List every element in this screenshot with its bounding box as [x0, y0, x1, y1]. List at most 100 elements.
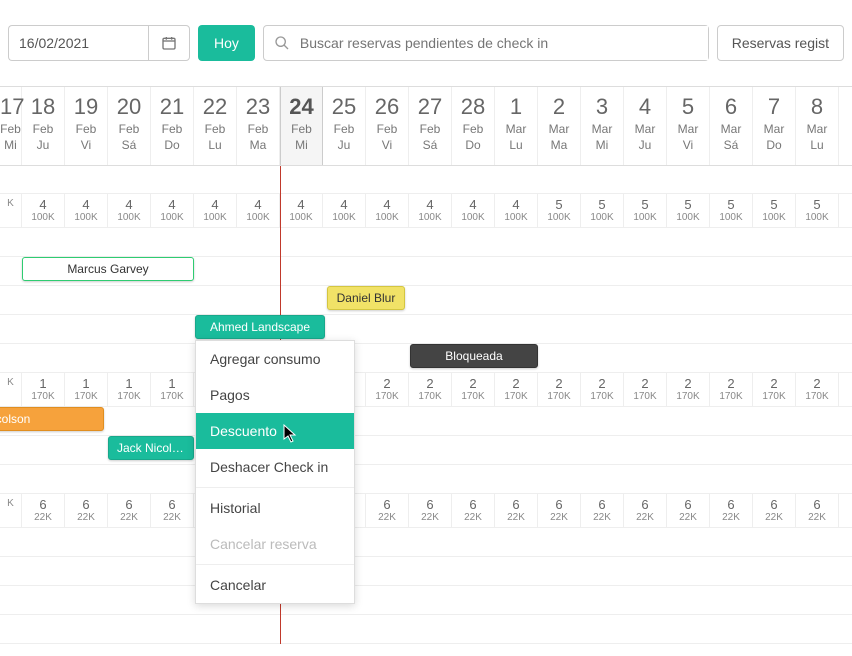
track-row[interactable]: k Nicolson	[0, 407, 852, 436]
date-column[interactable]: 5MarVi	[667, 87, 710, 165]
track-row[interactable]: Marcus Garvey	[0, 257, 852, 286]
reservation-blocked[interactable]: Bloqueada	[410, 344, 538, 368]
price-cell[interactable]: 2170K	[796, 373, 839, 406]
date-column[interactable]: 19FebVi	[65, 87, 108, 165]
price-cell[interactable]: 622K	[151, 494, 194, 527]
date-column[interactable]: 28FebDo	[452, 87, 495, 165]
date-column[interactable]: 6MarSá	[710, 87, 753, 165]
price-cell[interactable]: 2170K	[495, 373, 538, 406]
reservation-ahmed-landscape[interactable]: Ahmed Landscape	[195, 315, 325, 339]
track-row[interactable]	[0, 615, 852, 644]
price-cell[interactable]: 622K	[753, 494, 796, 527]
menu-item[interactable]: Descuento	[196, 413, 354, 449]
reservation-jack-nicolson[interactable]: Jack Nicols...	[108, 436, 194, 460]
date-column[interactable]: 26FebVi	[366, 87, 409, 165]
price-cell[interactable]: 622K	[667, 494, 710, 527]
date-column[interactable]: 27FebSá	[409, 87, 452, 165]
date-column[interactable]: 20FebSá	[108, 87, 151, 165]
price-cell[interactable]: 4100K	[280, 194, 323, 227]
price-cell[interactable]: 4100K	[65, 194, 108, 227]
price-cell[interactable]: 4100K	[237, 194, 280, 227]
menu-item[interactable]: Deshacer Check in	[196, 449, 354, 485]
price-cell[interactable]: 622K	[65, 494, 108, 527]
menu-item[interactable]: Agregar consumo	[196, 341, 354, 377]
price-cell[interactable]: K	[0, 194, 22, 227]
date-input[interactable]	[8, 25, 148, 61]
price-cell[interactable]: 4100K	[452, 194, 495, 227]
date-column[interactable]: 18FebJu	[22, 87, 65, 165]
reservation-daniel-blur[interactable]: Daniel Blur	[327, 286, 405, 310]
price-cell[interactable]: 622K	[409, 494, 452, 527]
price-cell[interactable]: K	[0, 373, 22, 406]
price-cell[interactable]: 5100K	[624, 194, 667, 227]
date-column[interactable]: 21FebDo	[151, 87, 194, 165]
track-row[interactable]	[0, 528, 852, 557]
registered-reservations-button[interactable]: Reservas regist	[717, 25, 844, 61]
price-cell[interactable]: 622K	[710, 494, 753, 527]
price-cell[interactable]: 1170K	[108, 373, 151, 406]
price-cell[interactable]: 622K	[624, 494, 667, 527]
date-column[interactable]: 25FebJu	[323, 87, 366, 165]
track-row[interactable]: Bloqueada	[0, 344, 852, 373]
price-cell[interactable]: 1170K	[65, 373, 108, 406]
menu-item[interactable]: Cancelar	[196, 567, 354, 603]
price-cell[interactable]: 4100K	[409, 194, 452, 227]
price-cell[interactable]: 4100K	[323, 194, 366, 227]
price-cell[interactable]: 5100K	[710, 194, 753, 227]
date-column[interactable]: 23FebMa	[237, 87, 280, 165]
price-cell[interactable]: 1170K	[151, 373, 194, 406]
price-cell[interactable]: 2170K	[624, 373, 667, 406]
track-row[interactable]: Jack Nicols...	[0, 436, 852, 465]
price-cell[interactable]: 622K	[366, 494, 409, 527]
price-cell[interactable]: 622K	[108, 494, 151, 527]
price-cell[interactable]: 5100K	[538, 194, 581, 227]
price-cell[interactable]: 2170K	[409, 373, 452, 406]
search-input[interactable]	[300, 26, 708, 60]
menu-item[interactable]: Pagos	[196, 377, 354, 413]
price-cell[interactable]: 4100K	[366, 194, 409, 227]
price-cell[interactable]: 4100K	[108, 194, 151, 227]
price-cell[interactable]: 622K	[22, 494, 65, 527]
price-cell[interactable]: 2170K	[710, 373, 753, 406]
price-cell[interactable]: 2170K	[452, 373, 495, 406]
price-cell[interactable]: 622K	[452, 494, 495, 527]
track-row[interactable]	[0, 228, 852, 257]
price-cell[interactable]: 622K	[796, 494, 839, 527]
date-column[interactable]: 4MarJu	[624, 87, 667, 165]
date-column[interactable]: 24FebMi	[280, 87, 323, 165]
calendar-button[interactable]	[148, 25, 190, 61]
date-column[interactable]: 3MarMi	[581, 87, 624, 165]
price-cell[interactable]: 5100K	[796, 194, 839, 227]
date-column[interactable]: 8MarLu	[796, 87, 839, 165]
today-button[interactable]: Hoy	[198, 25, 255, 61]
price-cell[interactable]: 5100K	[753, 194, 796, 227]
price-cell[interactable]: 622K	[538, 494, 581, 527]
date-column[interactable]: 17FebMi	[0, 87, 22, 165]
price-cell[interactable]: 622K	[495, 494, 538, 527]
price-cell[interactable]: 622K	[581, 494, 624, 527]
price-cell[interactable]: 2170K	[581, 373, 624, 406]
track-row[interactable]: Ahmed Landscape	[0, 315, 852, 344]
date-column[interactable]: 1MarLu	[495, 87, 538, 165]
price-cell[interactable]: 2170K	[366, 373, 409, 406]
date-column[interactable]: 2MarMa	[538, 87, 581, 165]
reservation-marcus-garvey[interactable]: Marcus Garvey	[22, 257, 194, 281]
price-cell[interactable]: 2170K	[667, 373, 710, 406]
price-cell[interactable]: 5100K	[581, 194, 624, 227]
track-row[interactable]	[0, 465, 852, 494]
price-cell[interactable]: 2170K	[753, 373, 796, 406]
price-cell[interactable]: 4100K	[194, 194, 237, 227]
price-cell[interactable]: 1170K	[22, 373, 65, 406]
track-row[interactable]	[0, 557, 852, 586]
price-cell[interactable]: 4100K	[22, 194, 65, 227]
price-cell[interactable]: 4100K	[495, 194, 538, 227]
date-column[interactable]: 22FebLu	[194, 87, 237, 165]
track-row[interactable]: Daniel Blur	[0, 286, 852, 315]
menu-item[interactable]: Historial	[196, 490, 354, 526]
price-cell[interactable]: 2170K	[538, 373, 581, 406]
price-cell[interactable]: K	[0, 494, 22, 527]
date-column[interactable]: 7MarDo	[753, 87, 796, 165]
price-cell[interactable]: 5100K	[667, 194, 710, 227]
price-cell[interactable]: 4100K	[151, 194, 194, 227]
reservation-k-nicolson[interactable]: k Nicolson	[0, 407, 104, 431]
